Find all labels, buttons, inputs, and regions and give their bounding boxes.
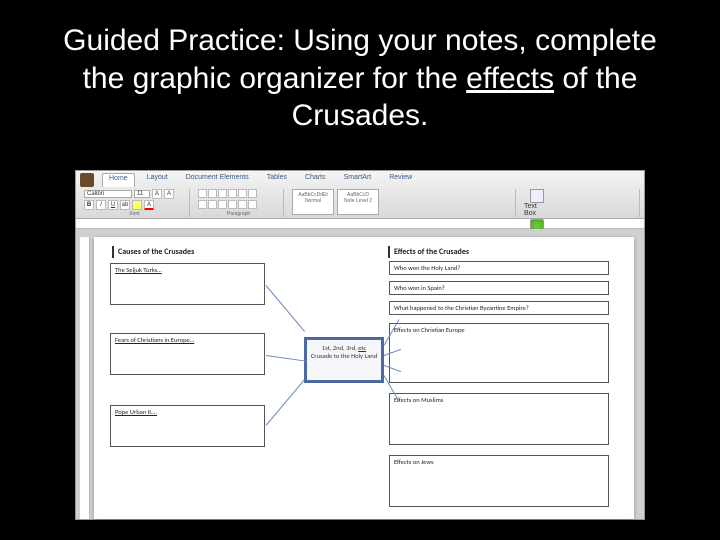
group-paragraph: Paragraph [194, 189, 284, 217]
highlight-button[interactable] [132, 200, 142, 210]
justify-button[interactable] [228, 200, 237, 209]
document-page[interactable]: Causes of the Crusades Effects of the Cr… [94, 237, 634, 519]
ribbon: Home Layout Document Elements Tables Cha… [76, 171, 644, 219]
effect-box-2[interactable]: Who won in Spain? [389, 281, 609, 295]
word-window: Home Layout Document Elements Tables Cha… [75, 170, 645, 520]
group-font-label: Font [84, 211, 185, 217]
effects-header: Effects of the Crusades [394, 247, 469, 257]
align-left-button[interactable] [198, 200, 207, 209]
horizontal-ruler[interactable] [76, 219, 644, 229]
bold-button[interactable]: B [84, 200, 94, 210]
effect-box-1[interactable]: Who won the Holy Land? [389, 261, 609, 275]
underline-button[interactable]: U [108, 200, 118, 210]
bullets-button[interactable] [198, 189, 207, 198]
app-button[interactable] [80, 173, 94, 187]
font-size-select[interactable]: 11 [134, 190, 150, 198]
group-paragraph-label: Paragraph [198, 211, 279, 217]
connector [266, 355, 306, 362]
group-font: Calibri 11 A A B I U ab A Font [80, 189, 190, 217]
effect-box-6[interactable]: Effects on Jews [389, 455, 609, 507]
slide-title: Guided Practice: Using your notes, compl… [0, 0, 720, 145]
effect-box-3[interactable]: What happened to the Christian Byzantine… [389, 301, 609, 315]
effect-box-5[interactable]: Effects on Muslims [389, 393, 609, 445]
shading-button[interactable] [248, 200, 257, 209]
connector [266, 379, 305, 426]
tab-home[interactable]: Home [102, 173, 135, 187]
shrink-font[interactable]: A [164, 189, 174, 199]
numbering-button[interactable] [208, 189, 217, 198]
tab-tables[interactable]: Tables [261, 173, 293, 187]
group-insert: Text Box Shape Picture Themes [520, 189, 640, 217]
italic-button[interactable]: I [96, 200, 106, 210]
tab-charts[interactable]: Charts [299, 173, 332, 187]
multilevel-button[interactable] [218, 189, 227, 198]
grow-font[interactable]: A [152, 189, 162, 199]
indent-inc-button[interactable] [238, 189, 247, 198]
font-name-select[interactable]: Calibri [84, 190, 132, 198]
insert-textbox[interactable]: Text Box [524, 189, 550, 217]
cause-box-2[interactable]: Fears of Christians in Europe… [110, 333, 265, 375]
sort-button[interactable] [248, 189, 257, 198]
cause-box-1[interactable]: The Seljuk Turks… [110, 263, 265, 305]
cause-box-3[interactable]: Pope Urban II…. [110, 405, 265, 447]
tab-smartart[interactable]: SmartArt [338, 173, 378, 187]
tab-document-elements[interactable]: Document Elements [180, 173, 255, 187]
font-color-button[interactable]: A [144, 200, 154, 210]
style-normal[interactable]: AaBbCcDdEt Normal [292, 189, 334, 215]
causes-header: Causes of the Crusades [118, 247, 194, 257]
linespacing-button[interactable] [238, 200, 247, 209]
document-area: Causes of the Crusades Effects of the Cr… [76, 229, 644, 519]
align-center-button[interactable] [208, 200, 217, 209]
center-box[interactable]: 1st, 2nd, 3rd, etc Crusade to the Holy L… [304, 337, 384, 383]
style-note-level-2[interactable]: AaBbCcD Note Level 2 [337, 189, 379, 215]
indent-dec-button[interactable] [228, 189, 237, 198]
strike-button[interactable]: ab [120, 200, 130, 210]
align-right-button[interactable] [218, 200, 227, 209]
tab-review[interactable]: Review [383, 173, 418, 187]
connector [266, 285, 305, 332]
effect-box-4[interactable]: Effects on Christian Europe [389, 323, 609, 383]
group-styles: AaBbCcDdEt Normal AaBbCcD Note Level 2 [288, 189, 516, 217]
ribbon-tabs: Home Layout Document Elements Tables Cha… [76, 171, 644, 187]
tab-layout[interactable]: Layout [141, 173, 174, 187]
vertical-ruler[interactable] [80, 237, 90, 519]
